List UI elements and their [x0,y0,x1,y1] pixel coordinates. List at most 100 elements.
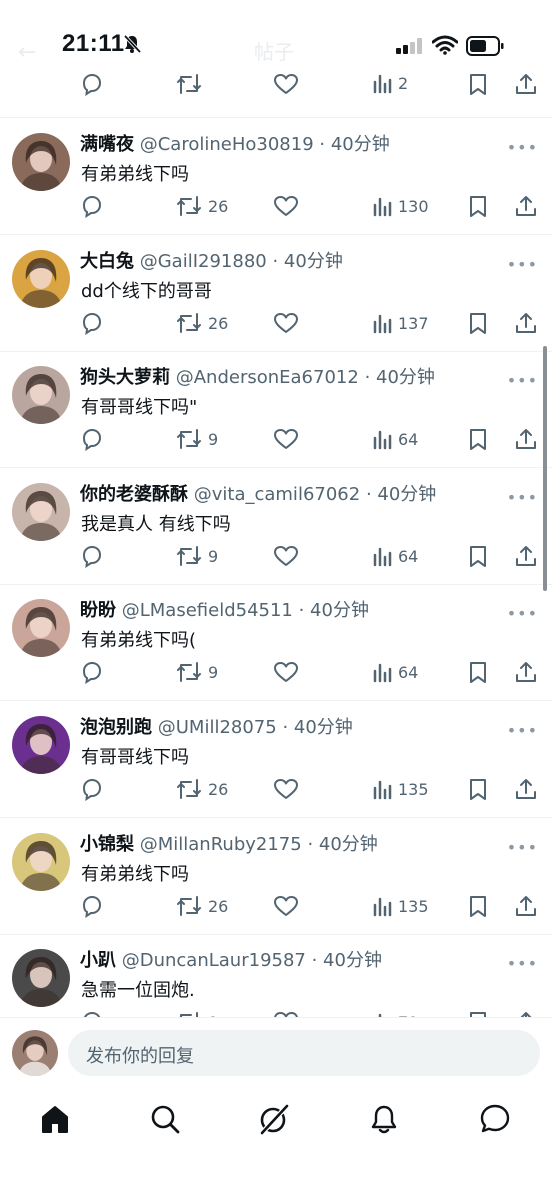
more-options-icon[interactable]: ••• [507,488,538,507]
post[interactable]: 盼盼 @LMasefield54511 · 40分钟 ••• 有弟弟线下吗( 9… [0,584,552,700]
back-arrow-icon[interactable]: ← [18,40,36,65]
avatar[interactable] [12,599,70,657]
views-stat[interactable]: 2 [372,74,408,94]
display-name[interactable]: 大白兔 [80,251,134,272]
share-button[interactable] [514,659,538,685]
user-handle[interactable]: @AndersonEa67012 [176,367,359,388]
avatar[interactable] [12,716,70,774]
reply-button[interactable] [80,193,104,219]
avatar[interactable] [12,366,70,424]
reply-icon[interactable] [80,74,104,96]
retweet-button[interactable]: 26 [176,193,228,219]
reply-button[interactable] [80,310,104,336]
like-button[interactable] [273,310,299,336]
views-button[interactable]: 137 [372,310,429,336]
more-options-icon[interactable]: ••• [507,255,538,274]
user-handle[interactable]: @vita_camil67062 [194,484,360,505]
bookmark-button[interactable] [467,310,489,336]
more-options-icon[interactable]: ••• [507,721,538,740]
more-options-icon[interactable]: ••• [507,838,538,857]
like-button[interactable] [273,543,299,569]
retweet-button[interactable]: 9 [176,426,218,452]
more-options-icon[interactable]: ••• [507,371,538,390]
search-icon[interactable] [149,1103,181,1135]
avatar[interactable] [12,133,70,191]
user-handle[interactable]: @MillanRuby2175 [140,834,302,855]
views-button[interactable]: 130 [372,193,429,219]
like-button[interactable] [273,193,299,219]
reply-input[interactable]: 发布你的回复 [68,1030,540,1076]
more-options-icon[interactable]: ••• [507,138,538,157]
post[interactable]: 满嘴夜 @CarolineHo30819 · 40分钟 ••• 有弟弟线下吗 2… [0,118,552,234]
more-options-icon[interactable]: ••• [507,604,538,623]
reply-button[interactable] [80,659,104,685]
user-handle[interactable]: @DuncanLaur19587 [122,950,306,971]
display-name[interactable]: 满嘴夜 [80,134,134,155]
display-name[interactable]: 小锦梨 [80,834,134,855]
avatar[interactable] [12,250,70,308]
avatar[interactable] [12,483,70,541]
post[interactable]: 小锦梨 @MillanRuby2175 · 40分钟 ••• 有弟弟线下吗 26… [0,818,552,934]
display-name[interactable]: 你的老婆酥酥 [80,484,188,505]
post[interactable]: 狗头大萝莉 @AndersonEa67012 · 40分钟 ••• 有哥哥线下吗… [0,351,552,467]
scrollbar[interactable] [543,346,547,591]
user-handle[interactable]: @CarolineHo30819 [140,134,314,155]
like-button[interactable] [273,659,299,685]
user-handle[interactable]: @GailI291880 [140,251,267,272]
like-icon[interactable] [273,74,299,96]
messages-icon[interactable] [479,1103,511,1135]
retweet-icon [177,546,201,566]
share-icon[interactable] [514,74,538,96]
post[interactable]: 泡泡别跑 @UMill28075 · 40分钟 ••• 有哥哥线下吗 26 13… [0,701,552,817]
retweet-button[interactable]: 26 [176,310,228,336]
post[interactable]: 大白兔 @GailI291880 · 40分钟 ••• dd个线下的哥哥 26 … [0,235,552,351]
display-name[interactable]: 泡泡别跑 [80,717,152,738]
bookmark-icon[interactable] [467,74,489,96]
retweet-button[interactable]: 26 [176,776,228,802]
display-name[interactable]: 狗头大萝莉 [80,367,170,388]
views-button[interactable]: 135 [372,893,429,919]
retweet-button[interactable]: 9 [176,543,218,569]
display-name[interactable]: 盼盼 [80,600,116,621]
my-avatar[interactable] [12,1030,58,1076]
reply-button[interactable] [80,893,104,919]
retweet-button[interactable]: 9 [176,659,218,685]
share-button[interactable] [514,543,538,569]
reply-button[interactable] [80,543,104,569]
notifications-icon[interactable] [368,1103,400,1135]
share-button[interactable] [514,426,538,452]
retweet-icon[interactable] [176,74,202,96]
post[interactable]: 你的老婆酥酥 @vita_camil67062 · 40分钟 ••• 我是真人 … [0,468,552,584]
more-options-icon[interactable]: ••• [507,954,538,973]
grok-icon[interactable] [258,1103,290,1135]
user-handle[interactable]: @LMasefield54511 [122,600,293,621]
bookmark-button[interactable] [467,776,489,802]
bookmark-button[interactable] [467,193,489,219]
share-button[interactable] [514,776,538,802]
share-button[interactable] [514,193,538,219]
avatar-image [12,483,70,541]
like-button[interactable] [273,426,299,452]
user-handle[interactable]: @UMill28075 [158,717,277,738]
reply-button[interactable] [80,426,104,452]
views-button[interactable]: 135 [372,776,429,802]
home-icon[interactable] [39,1103,71,1135]
display-name[interactable]: 小趴 [80,950,116,971]
bookmark-button[interactable] [467,426,489,452]
bookmark-button[interactable] [467,893,489,919]
share-button[interactable] [514,893,538,919]
post-header: 大白兔 @GailI291880 · 40分钟 [80,247,343,273]
avatar[interactable] [12,949,70,1007]
retweet-button[interactable]: 26 [176,893,228,919]
bookmark-button[interactable] [467,659,489,685]
views-button[interactable]: 64 [372,659,418,685]
share-icon [516,779,536,799]
bookmark-button[interactable] [467,543,489,569]
share-button[interactable] [514,310,538,336]
like-button[interactable] [273,776,299,802]
reply-button[interactable] [80,776,104,802]
avatar[interactable] [12,833,70,891]
views-button[interactable]: 64 [372,543,418,569]
like-button[interactable] [273,893,299,919]
views-button[interactable]: 64 [372,426,418,452]
